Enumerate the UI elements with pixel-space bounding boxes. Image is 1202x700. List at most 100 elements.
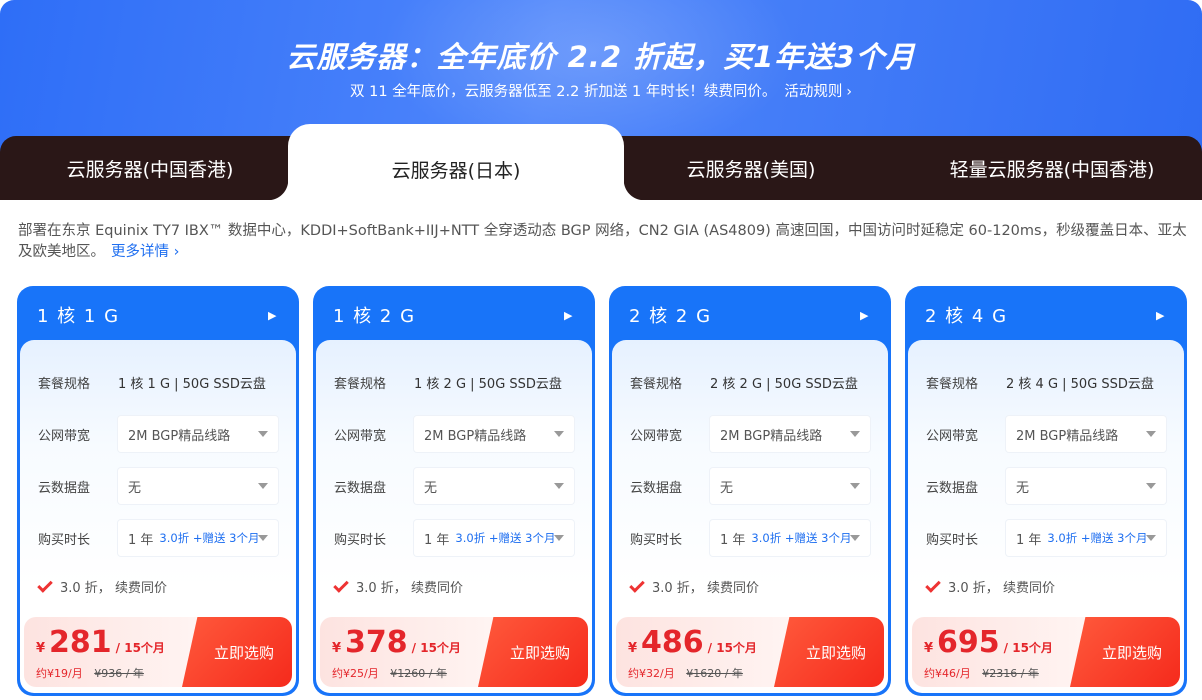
rules-link-label: 活动规则 <box>784 84 843 100</box>
bandwidth-value: 2M BGP精品线路 <box>424 428 527 444</box>
renewal-note-text: 3.0 折， 续费同价 <box>356 581 463 596</box>
duration-select[interactable]: 1 年 3.0折 +赠送 3个月 <box>414 520 574 556</box>
disk-value: 无 <box>424 480 438 496</box>
spec-value: 1 核 1 G | 50G SSD云盘 <box>118 376 266 392</box>
disk-select[interactable]: 无 <box>414 468 574 504</box>
bandwidth-row: 公网带宽 2M BGP精品线路 <box>38 416 278 452</box>
disk-select[interactable]: 无 <box>1006 468 1166 504</box>
duration-promo: 3.0折 +赠送 3个月 <box>455 531 556 545</box>
duration-value: 1 年 <box>1016 532 1042 548</box>
duration-value: 1 年 <box>720 532 746 548</box>
buy-now-label: 立即选购 <box>1101 643 1162 662</box>
more-details-link[interactable]: 更多详情 › <box>111 244 179 260</box>
spec-row: 套餐规格 1 核 2 G | 50G SSD云盘 <box>334 364 562 400</box>
disk-select[interactable]: 无 <box>710 468 870 504</box>
price-period: / 15个月 <box>411 641 461 655</box>
buy-now-label: 立即选购 <box>805 643 866 662</box>
plan-card-header[interactable]: 1 核 1 G ▶ <box>20 289 296 341</box>
renewal-note: 3.0 折， 续费同价 <box>629 576 759 596</box>
duration-label: 购买时长 <box>926 532 979 548</box>
disk-row: 云数据盘 无 <box>630 468 870 504</box>
buy-now-button[interactable]: 立即选购 <box>1070 617 1180 687</box>
caret-down-icon <box>1146 431 1156 437</box>
tab-label: 轻量云服务器(中国香港) <box>949 158 1155 181</box>
disk-select[interactable]: 无 <box>118 468 278 504</box>
disk-value: 无 <box>1016 480 1030 496</box>
renewal-note: 3.0 折， 续费同价 <box>333 576 463 596</box>
price: ¥ 695 / 15个月 <box>924 625 1053 660</box>
buy-now-label: 立即选购 <box>213 643 274 662</box>
duration-select[interactable]: 1 年 3.0折 +赠送 3个月 <box>118 520 278 556</box>
price: ¥ 378 / 15个月 <box>332 625 461 660</box>
tab-label: 云服务器(美国) <box>686 158 816 181</box>
caret-down-icon <box>1146 483 1156 489</box>
duration-label: 购买时长 <box>38 532 91 548</box>
spec-row: 套餐规格 2 核 2 G | 50G SSD云盘 <box>630 364 858 400</box>
tab-group-right: 云服务器(美国) 轻量云服务器(中国香港) <box>600 136 1202 200</box>
rules-link[interactable]: 活动规则 › <box>784 84 852 100</box>
spec-label: 套餐规格 <box>630 376 683 392</box>
bandwidth-select[interactable]: 2M BGP精品线路 <box>118 416 278 452</box>
tab-japan[interactable]: 云服务器(日本) <box>268 124 644 200</box>
buy-now-button[interactable]: 立即选购 <box>182 617 292 687</box>
bandwidth-select[interactable]: 2M BGP精品线路 <box>1006 416 1166 452</box>
plan-card: 2 核 4 G ▶ 套餐规格 2 核 4 G | 50G SSD云盘 公网带宽 … <box>905 286 1187 696</box>
disk-label: 云数据盘 <box>38 480 91 496</box>
banner-title: 云服务器：全年底价 2.2 折起，买1年送3个月 <box>286 40 916 74</box>
caret-down-icon <box>1146 535 1156 541</box>
duration-row: 购买时长 1 年 3.0折 +赠送 3个月 <box>630 520 870 556</box>
plan-card-body: 套餐规格 2 核 4 G | 50G SSD云盘 公网带宽 2M BGP精品线路… <box>908 340 1184 693</box>
price-amount: 281 <box>49 625 112 660</box>
currency-symbol: ¥ <box>332 641 342 656</box>
price-detail: 约¥19/月 ¥936 / 年 <box>36 665 144 681</box>
disk-label: 云数据盘 <box>630 480 683 496</box>
triangle-right-icon: ▶ <box>564 308 574 322</box>
renewal-note: 3.0 折， 续费同价 <box>925 576 1055 596</box>
plan-card-body: 套餐规格 1 核 1 G | 50G SSD云盘 公网带宽 2M BGP精品线路… <box>20 340 296 693</box>
spec-row: 套餐规格 2 核 4 G | 50G SSD云盘 <box>926 364 1154 400</box>
description-text: 部署在东京 Equinix TY7 IBX™ 数据中心，KDDI+SoftBan… <box>18 223 1187 260</box>
plan-card-header[interactable]: 1 核 2 G ▶ <box>316 289 592 341</box>
plan-card-header[interactable]: 2 核 4 G ▶ <box>908 289 1184 341</box>
monthly-price: 约¥32/月 <box>628 667 675 680</box>
triangle-right-icon: ▶ <box>860 308 870 322</box>
bandwidth-value: 2M BGP精品线路 <box>720 428 823 444</box>
monthly-price: 约¥19/月 <box>36 667 83 680</box>
duration-select[interactable]: 1 年 3.0折 +赠送 3个月 <box>710 520 870 556</box>
tab-hongkong[interactable]: 云服务器(中国香港) <box>0 136 300 200</box>
bandwidth-select[interactable]: 2M BGP精品线路 <box>414 416 574 452</box>
original-price: ¥1620 / 年 <box>686 667 743 680</box>
renewal-note: 3.0 折， 续费同价 <box>37 576 167 596</box>
bandwidth-value: 2M BGP精品线路 <box>128 428 231 444</box>
tab-lightweight-hongkong[interactable]: 轻量云服务器(中国香港) <box>902 136 1202 200</box>
caret-down-icon <box>258 483 268 489</box>
original-price: ¥2316 / 年 <box>982 667 1039 680</box>
currency-symbol: ¥ <box>924 641 934 656</box>
price-bar: ¥ 378 / 15个月 约¥25/月 ¥1260 / 年 立即选购 <box>320 617 588 687</box>
plan-card: 1 核 1 G ▶ 套餐规格 1 核 1 G | 50G SSD云盘 公网带宽 … <box>17 286 299 696</box>
caret-down-icon <box>258 535 268 541</box>
duration-label: 购买时长 <box>630 532 683 548</box>
plan-card-header[interactable]: 2 核 2 G ▶ <box>612 289 888 341</box>
tab-usa[interactable]: 云服务器(美国) <box>600 136 902 200</box>
price-bar: ¥ 695 / 15个月 约¥46/月 ¥2316 / 年 立即选购 <box>912 617 1180 687</box>
spec-label: 套餐规格 <box>38 376 91 392</box>
checkmark-icon <box>37 576 53 593</box>
bandwidth-label: 公网带宽 <box>38 428 91 444</box>
buy-now-button[interactable]: 立即选购 <box>478 617 588 687</box>
duration-select[interactable]: 1 年 3.0折 +赠送 3个月 <box>1006 520 1166 556</box>
duration-row: 购买时长 1 年 3.0折 +赠送 3个月 <box>926 520 1166 556</box>
tab-label: 云服务器(日本) <box>391 159 521 182</box>
price-amount: 695 <box>937 625 1000 660</box>
duration-promo: 3.0折 +赠送 3个月 <box>751 531 852 545</box>
banner-subtitle-text: 双 11 全年底价，云服务器低至 2.2 折加送 1 年时长！续费同价。 <box>350 84 777 100</box>
plan-title: 2 核 2 G <box>629 306 712 327</box>
plan-card-body: 套餐规格 1 核 2 G | 50G SSD云盘 公网带宽 2M BGP精品线路… <box>316 340 592 693</box>
buy-now-button[interactable]: 立即选购 <box>774 617 884 687</box>
bandwidth-select[interactable]: 2M BGP精品线路 <box>710 416 870 452</box>
buy-now-label: 立即选购 <box>509 643 570 662</box>
bandwidth-row: 公网带宽 2M BGP精品线路 <box>334 416 574 452</box>
price-detail: 约¥32/月 ¥1620 / 年 <box>628 665 743 681</box>
disk-row: 云数据盘 无 <box>38 468 278 504</box>
caret-down-icon <box>554 483 564 489</box>
